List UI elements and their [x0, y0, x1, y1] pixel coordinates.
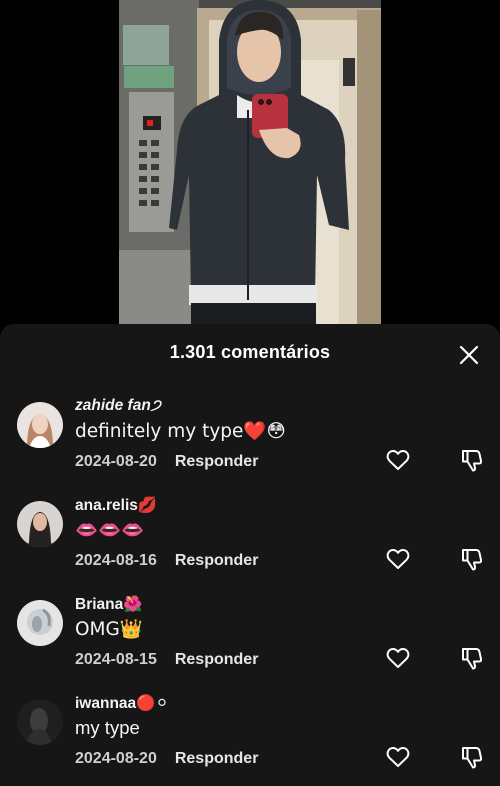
reply-button[interactable]: Responder — [175, 552, 259, 569]
comment-item: zahide fan੭ definitely my type❤️😳 2024-0… — [0, 397, 500, 496]
thumbs-down-icon[interactable] — [459, 447, 485, 473]
thumbs-down-icon[interactable] — [459, 546, 485, 572]
comment-username[interactable]: ana.relis💋 — [75, 496, 157, 515]
heart-icon[interactable] — [385, 645, 411, 671]
close-icon[interactable] — [458, 344, 480, 366]
comment-item: Briana🌺 OMG👑 2024-08-15 Responder — [0, 596, 500, 694]
comment-date: 2024-08-20 — [75, 453, 157, 470]
reply-button[interactable]: Responder — [175, 651, 259, 668]
avatar[interactable] — [17, 501, 63, 547]
comments-sheet: 1.301 comentários zahide fan੭ definitely… — [0, 324, 500, 786]
avatar[interactable] — [17, 600, 63, 646]
thumbs-down-icon[interactable] — [459, 744, 485, 770]
heart-icon[interactable] — [385, 546, 411, 572]
video-frame-image — [119, 0, 381, 325]
comment-meta: 2024-08-16 Responder — [75, 552, 258, 570]
comment-username[interactable]: zahide fan੭ — [75, 397, 161, 415]
comment-text: my type — [75, 717, 140, 738]
reply-button[interactable]: Responder — [175, 453, 259, 470]
avatar[interactable] — [17, 699, 63, 745]
comment-date: 2024-08-16 — [75, 552, 157, 569]
comments-count-title: 1.301 comentários — [169, 342, 331, 362]
comment-username[interactable]: Briana🌺 — [75, 595, 143, 614]
avatar[interactable] — [17, 402, 63, 448]
comment-date: 2024-08-20 — [75, 750, 157, 767]
heart-icon[interactable] — [385, 744, 411, 770]
reply-button[interactable]: Responder — [175, 750, 259, 767]
comment-meta: 2024-08-20 Responder — [75, 750, 258, 768]
heart-icon[interactable] — [385, 447, 411, 473]
comment-item: iwannaa🔴⚪ my type 2024-08-20 Responder — [0, 695, 500, 786]
thumbs-down-icon[interactable] — [459, 645, 485, 671]
comment-date: 2024-08-15 — [75, 651, 157, 668]
video-preview[interactable] — [119, 0, 381, 325]
screen: 1.301 comentários zahide fan੭ definitely… — [0, 0, 500, 786]
comment-item: ana.relis💋 👄👄👄 2024-08-16 Responder — [0, 497, 500, 595]
comment-username[interactable]: iwannaa🔴⚪ — [75, 694, 168, 713]
comment-text: 👄👄👄 — [75, 520, 145, 541]
comment-meta: 2024-08-20 Responder — [75, 453, 258, 471]
comment-text: definitely my type❤️😳 — [75, 421, 286, 442]
comment-text: OMG👑 — [75, 619, 143, 640]
comment-meta: 2024-08-15 Responder — [75, 651, 258, 669]
